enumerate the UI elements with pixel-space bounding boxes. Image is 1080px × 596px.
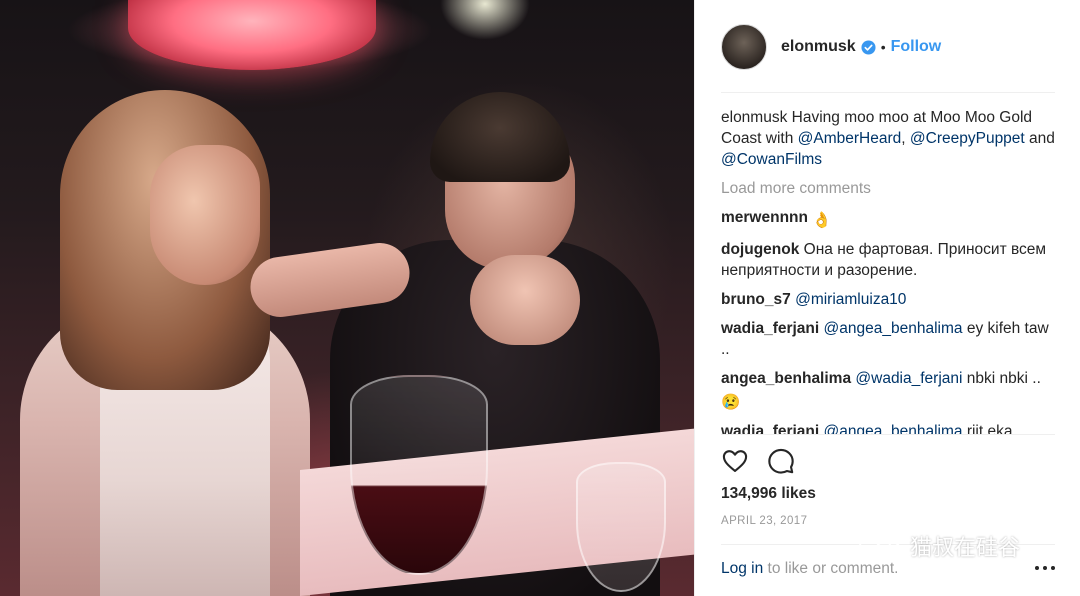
comment-username[interactable]: dojugenok [721,241,799,258]
login-prompt-text: to like or comment. [763,560,899,577]
separator-dot: • [880,39,886,55]
comment-username[interactable]: wadia_ferjani [721,320,819,337]
ceiling-light [440,0,530,40]
woman-face [150,145,260,285]
mention-link[interactable]: @CowanFilms [721,151,822,168]
mention-link[interactable]: @angea_benhalima [824,320,963,337]
comment-item: merwennnn 👌 [721,207,1055,231]
post-date[interactable]: APRIL 23, 2017 [721,515,807,527]
author-username[interactable]: elonmusk [781,38,856,56]
comments-list[interactable]: elonmusk Having moo moo at Moo Moo Gold … [721,107,1055,434]
login-link[interactable]: Log in [721,560,763,577]
action-bar [721,447,795,477]
post-photo[interactable] [0,0,694,596]
divider [721,92,1055,93]
comment-bubble-icon[interactable] [767,447,795,475]
comment-username[interactable]: wadia_ferjani [721,423,819,434]
wechat-icon [859,530,901,561]
comment-text: riit eka [962,423,1013,434]
watermark-text: 猫叔在硅谷 [910,536,1021,561]
pendant-lamp [128,0,376,70]
follow-button[interactable]: Follow [891,38,942,56]
caption: elonmusk Having moo moo at Moo Moo Gold … [721,107,1055,170]
comment-item: bruno_s7 @miriamluiza10 [721,289,1055,310]
mention-link[interactable]: @CreepyPuppet [910,130,1025,147]
crying-face-icon: 😢 [721,394,741,411]
comment-text: nbki nbki .. [962,370,1041,387]
comment-username[interactable]: angea_benhalima [721,370,851,387]
caption-text: and [1024,130,1055,147]
post-sidebar: elonmusk • Follow elonmusk Having moo mo… [694,0,1080,596]
comment-username[interactable]: merwennnn [721,209,808,226]
comment-item: angea_benhalima @wadia_ferjani nbki nbki… [721,368,1055,413]
post-header: elonmusk • Follow [721,22,1055,72]
mention-link[interactable]: @AmberHeard [798,130,902,147]
comment-item: wadia_ferjani @angea_benhalima ey kifeh … [721,318,1055,360]
mention-link[interactable]: @miriamluiza10 [795,291,906,308]
comment-item: dojugenok Она не фартовая. Приносит всем… [721,239,1055,281]
login-prompt: Log in to like or comment. [721,560,898,578]
more-options-icon[interactable] [1035,566,1055,574]
comment-username[interactable]: bruno_s7 [721,291,791,308]
man-hair [430,92,570,182]
comment-item: wadia_ferjani @angea_benhalima riit eka [721,421,1055,434]
mention-link[interactable]: @angea_benhalima [824,423,963,434]
verified-badge-icon [861,39,876,55]
heart-icon[interactable] [721,447,749,475]
avatar[interactable] [721,24,767,70]
divider [721,434,1055,435]
comment-username[interactable]: elonmusk [721,109,787,126]
ok-hand-icon: 👌 [812,212,832,229]
clasped-hands [470,255,580,345]
load-more-comments-button[interactable]: Load more comments [721,178,1055,199]
caption-text: , [901,130,910,147]
watermark: 猫叔在硅谷 [858,530,1020,562]
mention-link[interactable]: @wadia_ferjani [855,370,962,387]
like-count[interactable]: 134,996 likes [721,485,816,503]
